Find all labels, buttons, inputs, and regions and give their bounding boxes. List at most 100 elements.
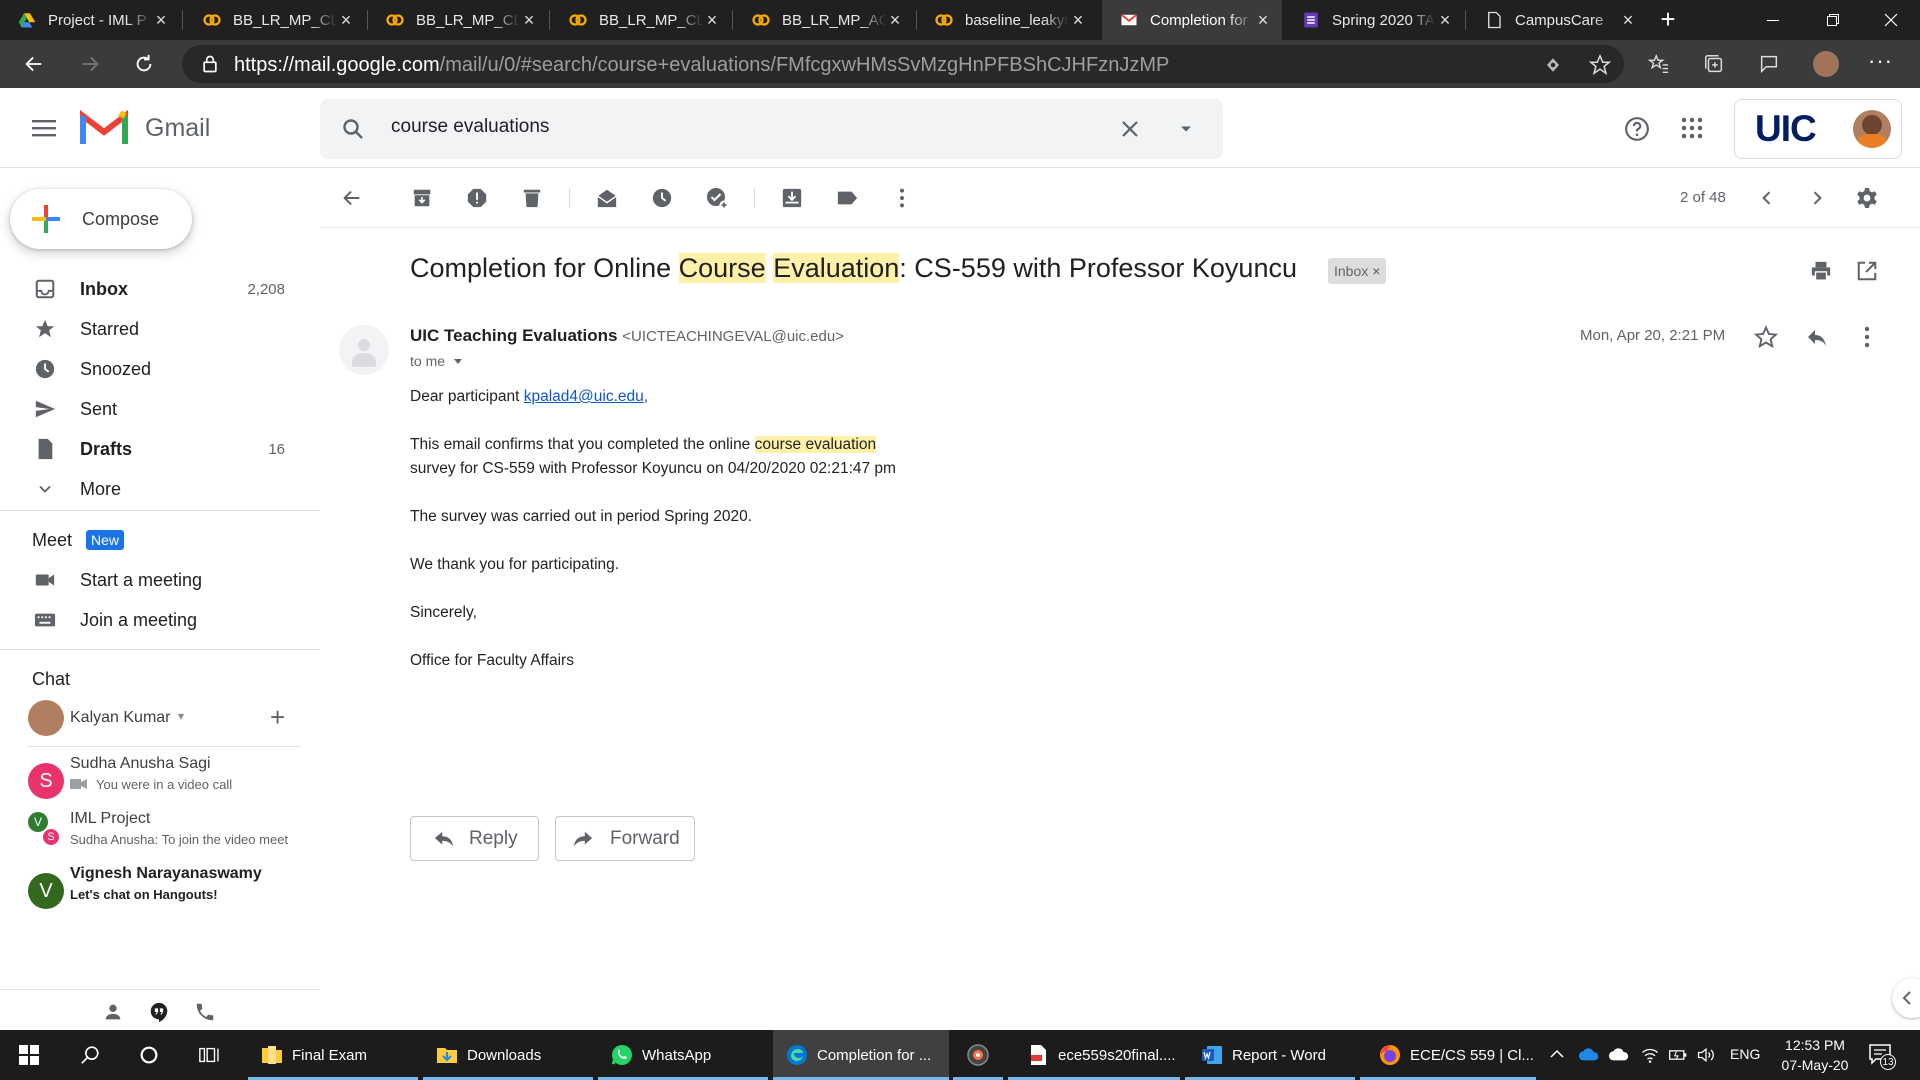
report-spam-button[interactable] (465, 186, 489, 210)
taskbar-item[interactable]: Downloads (423, 1030, 593, 1080)
taskbar-item[interactable]: WhatsApp (598, 1030, 768, 1080)
volume-icon[interactable] (1696, 1045, 1716, 1065)
close-icon[interactable]: × (1069, 11, 1087, 29)
close-window-button[interactable] (1862, 0, 1920, 40)
close-icon[interactable]: × (1254, 11, 1272, 29)
compose-button[interactable]: Compose (10, 189, 192, 249)
search-bar[interactable]: course evaluations (320, 99, 1223, 159)
close-icon[interactable]: × (1619, 11, 1637, 29)
hangouts-icon[interactable] (148, 1001, 170, 1023)
close-icon[interactable]: × (152, 11, 170, 29)
refresh-button[interactable] (126, 48, 162, 80)
account-switcher[interactable]: UIC (1734, 99, 1902, 159)
reply-button[interactable]: Reply (410, 816, 539, 861)
system-clock[interactable]: 12:53 PM 07-May-20 (1770, 1035, 1860, 1075)
mark-unread-button[interactable] (595, 186, 619, 210)
browser-tab[interactable]: BB_LR_MP_CL4 × (185, 0, 365, 40)
start-meeting-button[interactable]: Start a meeting (0, 560, 300, 600)
reply-icon[interactable] (1805, 325, 1829, 349)
wifi-icon[interactable] (1640, 1045, 1660, 1065)
search-icon[interactable] (341, 117, 365, 141)
help-icon[interactable] (1624, 116, 1650, 142)
open-in-new-window-icon[interactable] (1856, 260, 1878, 282)
new-tab-button[interactable]: + (1656, 6, 1680, 32)
nav-item-drafts[interactable]: Drafts 16 (0, 429, 300, 469)
taskbar-item[interactable]: ECE/CS 559 | Cl... (1360, 1030, 1536, 1080)
profile-avatar[interactable] (1813, 51, 1839, 77)
windows-start-icon[interactable] (19, 1045, 39, 1065)
notifications-button[interactable]: 13 (1868, 1042, 1896, 1070)
settings-button[interactable] (1855, 186, 1879, 210)
print-icon[interactable] (1810, 260, 1832, 282)
recipient-details[interactable]: to me (410, 353, 463, 369)
favorites-icon[interactable] (1648, 53, 1670, 75)
cloud-icon[interactable] (1608, 1045, 1630, 1063)
archive-button[interactable] (410, 186, 434, 210)
input-language[interactable]: ENG (1730, 1046, 1760, 1062)
nav-item-starred[interactable]: Starred (0, 309, 300, 349)
chat-contact[interactable]: V Vignesh Narayanaswamy Let's chat on Ha… (28, 865, 318, 915)
task-view-icon[interactable] (198, 1044, 220, 1066)
nav-item-snoozed[interactable]: Snoozed (0, 349, 300, 389)
email-link[interactable]: kpalad4@uic.edu, (524, 388, 648, 405)
taskbar-item[interactable]: Final Exam (248, 1030, 418, 1080)
feedback-icon[interactable] (1758, 53, 1780, 75)
onedrive-icon[interactable] (1578, 1045, 1600, 1063)
main-menu-icon[interactable] (32, 117, 56, 139)
older-button[interactable] (1805, 186, 1829, 210)
search-icon[interactable] (79, 1044, 101, 1066)
chat-contact[interactable]: S Sudha Anusha Sagi You were in a video … (28, 755, 318, 805)
more-actions-button[interactable] (890, 186, 914, 210)
browser-tab[interactable]: BB_LR_MP_CL3 × (368, 0, 548, 40)
nav-item-sent[interactable]: Sent (0, 389, 300, 429)
browser-tab[interactable]: baseline_leakyr × (917, 0, 1097, 40)
taskbar-item[interactable]: ece559s20final.... (1008, 1030, 1180, 1080)
tracking-prevention-icon[interactable] (1544, 56, 1562, 74)
taskbar-item[interactable]: Report - Word (1185, 1030, 1355, 1080)
browser-tab[interactable]: Spring 2020 TA × (1284, 0, 1464, 40)
person-icon[interactable] (102, 1001, 124, 1023)
star-icon[interactable] (1589, 54, 1611, 76)
forward-button[interactable]: Forward (555, 816, 695, 861)
star-icon[interactable] (1754, 325, 1778, 349)
add-to-tasks-button[interactable] (705, 186, 729, 210)
chevron-up-icon[interactable] (1550, 1048, 1564, 1060)
cortana-icon[interactable] (138, 1044, 160, 1066)
forward-button[interactable] (72, 48, 108, 80)
add-chat-icon[interactable]: + (270, 702, 285, 733)
inbox-label-chip[interactable]: Inbox × (1328, 258, 1387, 284)
browser-tab[interactable]: Project - IML P × (0, 0, 180, 40)
minimize-button[interactable] (1744, 0, 1802, 40)
search-options-icon[interactable] (1176, 119, 1196, 139)
browser-tab[interactable]: CampusCare × (1467, 0, 1647, 40)
apps-grid-icon[interactable] (1680, 116, 1704, 140)
phone-icon[interactable] (194, 1001, 216, 1023)
browser-tab[interactable]: BB_LR_MP_AC2 × (734, 0, 914, 40)
status-dropdown-icon[interactable]: ▾ (178, 709, 184, 723)
gmail-logo-icon[interactable] (80, 110, 128, 146)
chat-self-status[interactable]: Kalyan Kumar ▾ + (28, 700, 318, 736)
close-icon[interactable]: × (337, 11, 355, 29)
taskbar-item-active[interactable]: Completion for ... (773, 1030, 949, 1080)
move-to-button[interactable] (780, 186, 804, 210)
back-to-search-button[interactable] (340, 186, 364, 210)
browser-tab-active[interactable]: Completion for × (1102, 0, 1282, 40)
nav-item-more[interactable]: More (0, 469, 300, 509)
delete-button[interactable] (520, 186, 544, 210)
remove-label-icon[interactable]: × (1372, 263, 1380, 279)
back-button[interactable] (16, 48, 52, 80)
chat-contact[interactable]: V S IML Project Sudha Anusha: To join th… (28, 810, 318, 860)
browser-tab[interactable]: BB_LR_MP_CL2 × (551, 0, 731, 40)
close-icon[interactable]: × (1436, 11, 1454, 29)
snooze-button[interactable] (650, 186, 674, 210)
newer-button[interactable] (1755, 186, 1779, 210)
more-vert-icon[interactable] (1864, 325, 1870, 349)
labels-button[interactable] (835, 186, 859, 210)
show-side-panel-button[interactable] (1892, 978, 1920, 1018)
collections-icon[interactable] (1703, 53, 1725, 75)
more-options-icon[interactable]: ··· (1868, 48, 1893, 74)
taskbar-item[interactable] (953, 1030, 1003, 1080)
battery-icon[interactable] (1668, 1045, 1688, 1065)
clear-search-icon[interactable] (1118, 117, 1142, 141)
restore-button[interactable] (1804, 0, 1862, 40)
